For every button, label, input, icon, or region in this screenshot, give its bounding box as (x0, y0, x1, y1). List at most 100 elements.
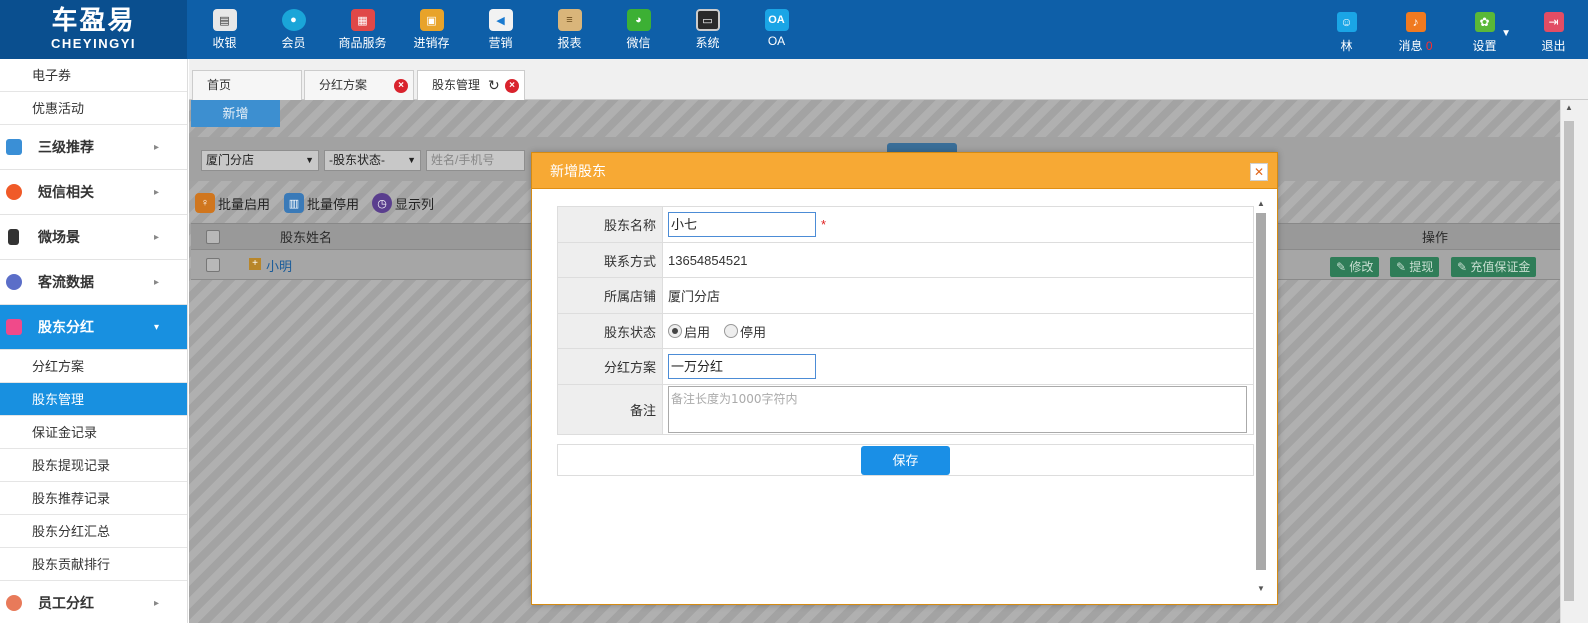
dialog-footer: 保存 (557, 444, 1254, 476)
inventory-icon: ▣ (419, 9, 444, 31)
status-select[interactable]: -股东状态- ▼ (324, 150, 421, 171)
tab-bar: 首页 分红方案 × 股东管理 ↻ × (189, 59, 1588, 101)
close-icon[interactable]: × (394, 79, 408, 93)
sidebar-group-microscene[interactable]: 微场景 ▸ (0, 215, 187, 260)
report-icon: ≡ (557, 9, 582, 31)
nav-label: 营销 (488, 36, 513, 50)
expand-icon[interactable]: + (249, 258, 261, 270)
chevron-down-icon: ▾ (153, 322, 159, 333)
sidebar-item-coupons[interactable]: 电子券 (0, 59, 187, 92)
nav-item-system[interactable]: ▭ 系统 (673, 0, 742, 59)
top-up-deposit-button[interactable]: ✎ 充值保证金 (1451, 257, 1537, 277)
logo[interactable]: 车盈易 CHEYINGYI (0, 0, 187, 59)
sidebar-group-label: 员工分红 (38, 595, 94, 611)
status-label: 股东状态 (558, 314, 663, 348)
status-disabled-radio[interactable] (724, 324, 739, 338)
refresh-icon[interactable]: ↻ (488, 71, 500, 99)
sidebar-item-contribution-ranking[interactable]: 股东贡献排行 (0, 548, 187, 581)
withdraw-button[interactable]: ✎ 提现 (1390, 257, 1440, 277)
status-enabled-radio[interactable] (668, 324, 682, 338)
sidebar-item-dividend-plan[interactable]: 分红方案 (0, 350, 187, 383)
dialog-scrollbar[interactable]: ▲ ▼ (1254, 197, 1268, 593)
batch-enable-label: 批量启用 (218, 196, 271, 212)
settings-menu[interactable]: ✿ 设置 ▼ (1450, 0, 1519, 59)
sidebar-group-staff-dividends[interactable]: 员工分红 ▸ (0, 581, 187, 623)
new-button[interactable]: 新增 (191, 100, 280, 127)
sidebar-item-dividend-summary[interactable]: 股东分红汇总 (0, 515, 187, 548)
member-icon: ● (281, 9, 306, 31)
withdraw-label: 提现 (1409, 260, 1434, 274)
nav-label: 会员 (281, 36, 306, 50)
form-row-name: 股东名称 小七 * (558, 207, 1253, 243)
sidebar-item-promotions[interactable]: 优惠活动 (0, 92, 187, 125)
user-menu[interactable]: ☺ 林 (1312, 0, 1381, 59)
logo-text: 车盈易 (51, 6, 136, 36)
messages-menu[interactable]: ♪ 消息 0 (1381, 0, 1450, 59)
nav-label: 商品服务 (338, 36, 387, 50)
dialog-scrollbar-thumb[interactable] (1256, 213, 1266, 570)
nav-item-marketing[interactable]: ◀ 营销 (466, 0, 535, 59)
nav-label: OA (767, 34, 786, 48)
nav-item-wechat[interactable]: ◕ 微信 (604, 0, 673, 59)
nav-item-oa[interactable]: OA OA (742, 0, 811, 59)
status-select-value: -股东状态- (329, 153, 385, 167)
main-nav: ▤ 收银 ● 会员 ▦ 商品服务 ▣ 进销存 ◀ 营销 ≡ 报表 ◕ 微信 ▭ (190, 0, 811, 59)
dividend-plan-field[interactable]: 一万分红 (668, 354, 816, 379)
goods-icon: ▦ (350, 9, 375, 31)
form-row-remark: 备注 备注长度为1000字符内 (558, 385, 1253, 435)
name-field[interactable]: 小七 (668, 212, 816, 237)
nav-item-member[interactable]: ● 会员 (259, 0, 328, 59)
close-icon[interactable]: ✕ (1250, 163, 1268, 181)
sidebar-item-deposit-records[interactable]: 保证金记录 (0, 416, 187, 449)
select-all-checkbox[interactable] (206, 230, 220, 244)
sidebar-item-shareholder-management[interactable]: 股东管理 (0, 383, 187, 416)
phone-icon (6, 184, 22, 200)
row-checkbox[interactable] (206, 258, 220, 272)
remark-textarea[interactable]: 备注长度为1000字符内 (668, 386, 1247, 433)
search-input[interactable]: 姓名/手机号 (426, 150, 525, 171)
nav-item-goods[interactable]: ▦ 商品服务 (328, 0, 397, 59)
show-columns-button[interactable]: ◷ 显示列 (372, 192, 434, 214)
document-icon (6, 319, 22, 335)
scroll-up-icon[interactable]: ▲ (1565, 103, 1573, 112)
gear-icon: ✿ (1474, 12, 1495, 32)
contact-label: 联系方式 (558, 243, 663, 277)
nav-item-report[interactable]: ≡ 报表 (535, 0, 604, 59)
nav-item-inventory[interactable]: ▣ 进销存 (397, 0, 466, 59)
sidebar-item-referral-records[interactable]: 股东推荐记录 (0, 482, 187, 515)
new-shareholder-dialog: 新增股东 ✕ 股东名称 小七 * 联系方式 13654854521 所属店铺 厦… (531, 152, 1278, 605)
sidebar-group-sms[interactable]: 短信相关 ▸ (0, 170, 187, 215)
scrollbar-thumb[interactable] (1564, 121, 1574, 601)
close-icon[interactable]: × (505, 79, 519, 93)
tab-label: 首页 (207, 78, 232, 92)
batch-disable-button[interactable]: ▥ 批量停用 (284, 192, 359, 214)
tab-shareholder-management[interactable]: 股东管理 ↻ × (417, 70, 525, 101)
shareholder-name-link[interactable]: 小明 (266, 256, 292, 275)
sidebar-group-dividends[interactable]: 股东分红 ▾ (0, 305, 187, 350)
scroll-down-icon[interactable]: ▼ (1257, 584, 1265, 593)
logout-button[interactable]: ⇥ 退出 (1519, 0, 1588, 59)
store-select[interactable]: 厦门分店 ▼ (201, 150, 319, 171)
chevron-right-icon: ▸ (153, 232, 159, 243)
page-scrollbar[interactable]: ▲ (1560, 100, 1577, 623)
tab-label: 股东管理 (432, 78, 481, 92)
sidebar-item-withdraw-records[interactable]: 股东提现记录 (0, 449, 187, 482)
top-bar: 车盈易 CHEYINGYI ▤ 收银 ● 会员 ▦ 商品服务 ▣ 进销存 ◀ 营… (0, 0, 1588, 59)
batch-enable-button[interactable]: ♀ 批量启用 (195, 192, 270, 214)
sidebar-group-label: 三级推荐 (38, 139, 94, 155)
scroll-up-icon[interactable]: ▲ (1257, 199, 1265, 208)
plan-label: 分红方案 (558, 349, 663, 384)
sidebar-group-referral[interactable]: 三级推荐 ▸ (0, 125, 187, 170)
oa-icon: OA (764, 9, 789, 31)
sidebar-group-label: 客流数据 (38, 274, 94, 290)
edit-button[interactable]: ✎ 修改 (1330, 257, 1380, 277)
wechat-icon: ◕ (626, 9, 651, 31)
tab-home[interactable]: 首页 (192, 70, 302, 100)
nav-item-cashier[interactable]: ▤ 收银 (190, 0, 259, 59)
save-button[interactable]: 保存 (861, 446, 950, 475)
tab-dividend-plan[interactable]: 分红方案 × (304, 70, 414, 100)
monitor-icon: ▭ (695, 9, 720, 31)
staff-icon (6, 595, 22, 611)
clock-icon: ◷ (372, 193, 392, 213)
sidebar-group-traffic[interactable]: 客流数据 ▸ (0, 260, 187, 305)
